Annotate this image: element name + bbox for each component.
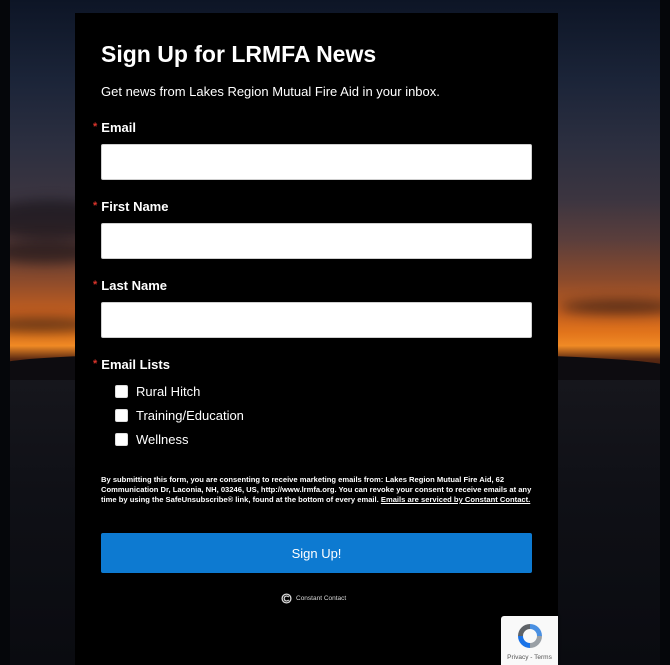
form-title: Sign Up for LRMFA News bbox=[101, 41, 377, 67]
last-name-label-text: Last Name bbox=[101, 278, 168, 293]
recaptcha-badge[interactable]: Privacy - Terms bbox=[501, 616, 558, 665]
email-list-option-wellness[interactable]: Wellness bbox=[115, 431, 189, 447]
rural-hitch-label[interactable]: Rural Hitch bbox=[136, 384, 200, 399]
email-list-option-rural-hitch[interactable]: Rural Hitch bbox=[115, 383, 200, 399]
required-marker: * bbox=[93, 200, 98, 212]
recaptcha-icon bbox=[518, 624, 542, 648]
email-input[interactable] bbox=[101, 144, 532, 180]
required-marker: * bbox=[93, 279, 98, 291]
page-background: Sign Up for LRMFA News Get news from Lak… bbox=[0, 0, 670, 665]
sign-up-button[interactable]: Sign Up! bbox=[101, 533, 532, 573]
rural-hitch-checkbox[interactable] bbox=[115, 384, 128, 398]
recaptcha-privacy-terms[interactable]: Privacy - Terms bbox=[501, 654, 558, 661]
constant-contact-text: Constant Contact bbox=[296, 595, 347, 602]
constant-contact-logo-icon bbox=[281, 593, 292, 604]
signup-form: Sign Up for LRMFA News Get news from Lak… bbox=[75, 13, 558, 665]
training-education-label[interactable]: Training/Education bbox=[136, 408, 244, 423]
first-name-label: * First Name bbox=[93, 199, 168, 214]
wellness-checkbox[interactable] bbox=[115, 432, 128, 446]
email-lists-label-text: Email Lists bbox=[101, 357, 170, 372]
background-cloud bbox=[560, 300, 670, 314]
last-name-label: * Last Name bbox=[93, 278, 167, 293]
first-name-input[interactable] bbox=[101, 223, 532, 259]
email-label-text: Email bbox=[101, 120, 136, 135]
right-frame-edge bbox=[660, 0, 670, 665]
email-lists-label: * Email Lists bbox=[93, 357, 170, 372]
consent-text: By submitting this form, you are consent… bbox=[101, 475, 537, 505]
first-name-label-text: First Name bbox=[101, 199, 169, 214]
last-name-input[interactable] bbox=[101, 302, 532, 338]
email-label: * Email bbox=[93, 120, 136, 135]
email-list-option-training-education[interactable]: Training/Education bbox=[115, 407, 244, 423]
required-marker: * bbox=[93, 121, 98, 133]
training-education-checkbox[interactable] bbox=[115, 408, 128, 422]
form-subtitle: Get news from Lakes Region Mutual Fire A… bbox=[101, 84, 440, 99]
wellness-label[interactable]: Wellness bbox=[136, 432, 189, 447]
required-marker: * bbox=[93, 358, 98, 370]
constant-contact-service-link[interactable]: Emails are serviced by Constant Contact. bbox=[381, 495, 530, 504]
left-frame-edge bbox=[0, 0, 10, 665]
constant-contact-badge[interactable]: Constant Contact bbox=[281, 593, 346, 604]
